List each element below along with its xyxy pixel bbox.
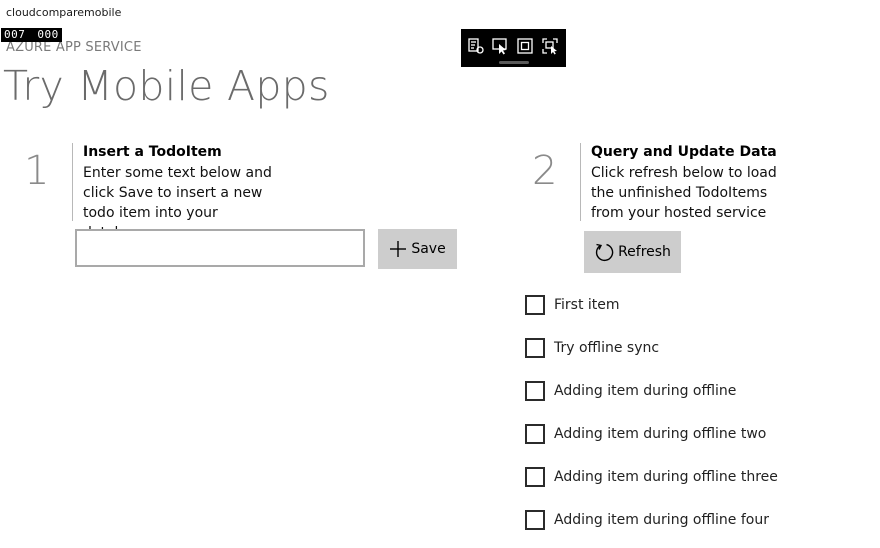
step2-number: 2 [532, 148, 558, 194]
select-element-icon[interactable] [466, 36, 486, 56]
todo-checkbox[interactable] [525, 381, 545, 401]
todo-label: Adding item during offline [554, 383, 737, 399]
todo-checkbox[interactable] [525, 295, 545, 315]
refresh-button[interactable]: Refresh [584, 231, 681, 273]
refresh-icon [594, 242, 614, 262]
todo-checkbox[interactable] [525, 338, 545, 358]
toolbar-drag-handle[interactable] [499, 61, 529, 64]
save-button-label: Save [411, 241, 446, 257]
todo-item[interactable]: First item [525, 295, 620, 315]
layout-adorner-icon[interactable] [515, 36, 535, 56]
plus-icon [389, 240, 407, 258]
page-title: Try Mobile Apps [3, 62, 330, 110]
pointer-icon[interactable] [490, 36, 510, 56]
todo-text-input[interactable] [75, 229, 365, 267]
step2-divider [580, 143, 581, 221]
step1-divider [72, 143, 73, 221]
step1-heading: Insert a TodoItem [83, 144, 222, 160]
step2-description: Click refresh below to load the unfinish… [591, 165, 777, 221]
todo-label: Try offline sync [554, 340, 660, 356]
todo-label: First item [554, 297, 620, 313]
app-subtitle: AZURE APP SERVICE [6, 40, 142, 55]
todo-label: Adding item during offline two [554, 426, 767, 442]
refresh-button-label: Refresh [618, 244, 671, 260]
track-focus-icon[interactable] [540, 36, 560, 56]
debug-toolbar [461, 29, 566, 67]
todo-checkbox[interactable] [525, 510, 545, 530]
frame-rate-counter: 007 000 [1, 28, 62, 42]
todo-item[interactable]: Adding item during offline four [525, 510, 769, 530]
todo-item[interactable]: Adding item during offline three [525, 467, 778, 487]
todo-checkbox[interactable] [525, 467, 545, 487]
todo-label: Adding item during offline four [554, 512, 769, 528]
frame-counter-left: 007 [4, 28, 26, 41]
todo-label: Adding item during offline three [554, 469, 778, 485]
todo-item[interactable]: Try offline sync [525, 338, 659, 358]
todo-checkbox[interactable] [525, 424, 545, 444]
todo-item[interactable]: Adding item during offline two [525, 424, 766, 444]
window-title: cloudcomparemobile [6, 6, 122, 19]
save-button[interactable]: Save [378, 229, 457, 269]
step2-heading: Query and Update Data [591, 144, 777, 160]
todo-item[interactable]: Adding item during offline [525, 381, 736, 401]
frame-counter-right: 000 [37, 28, 59, 41]
step1-number: 1 [24, 148, 50, 194]
